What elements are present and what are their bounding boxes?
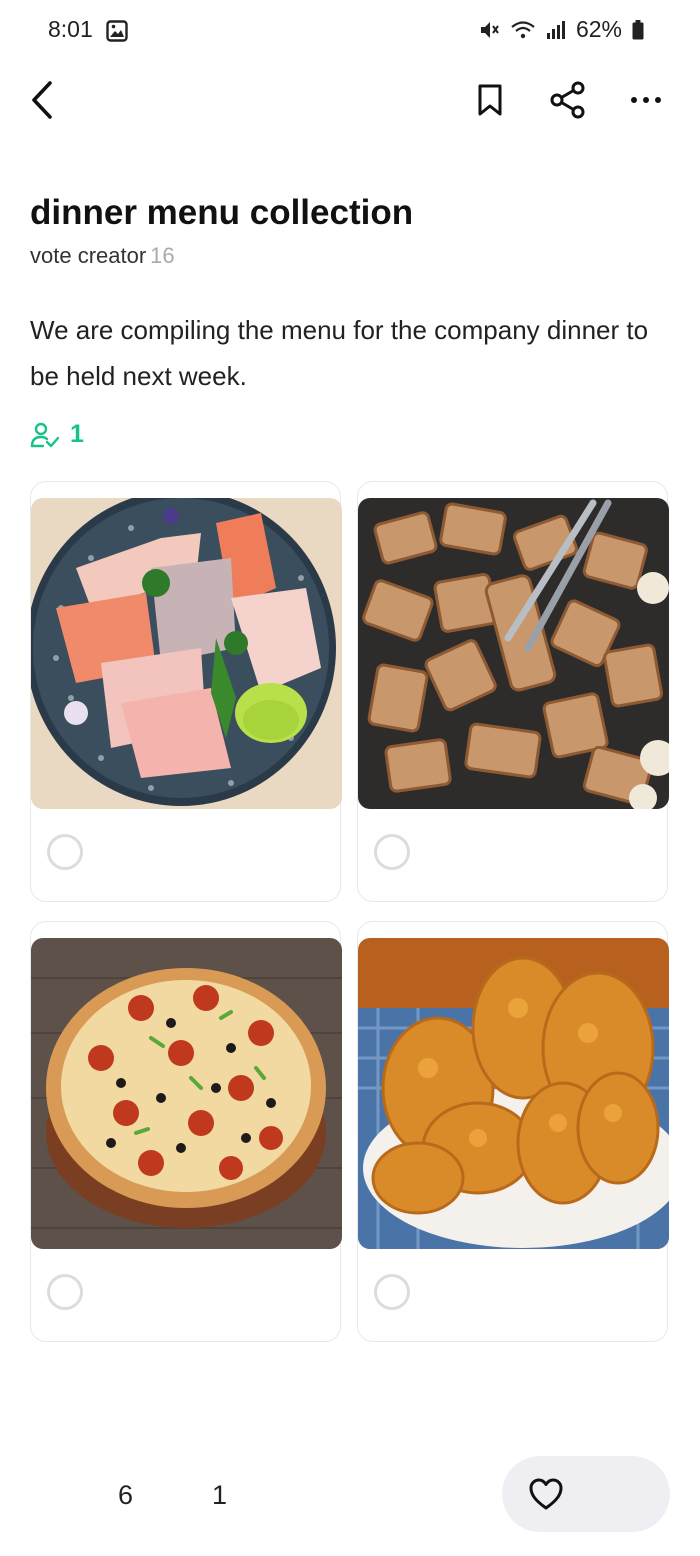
vote-title: dinner menu collection [30,193,414,232]
comments-count[interactable]: 1 [212,1480,227,1511]
fried-chicken-photo [358,938,669,1249]
top-app-bar [0,64,700,138]
signal-icon [546,20,565,39]
more-icon [631,97,661,103]
vote-option-card[interactable] [357,921,669,1342]
status-indicators: 62% [478,16,644,43]
vote-option-card[interactable] [30,921,342,1342]
battery-percent: 62% [575,16,622,42]
wifi-icon [511,20,535,38]
bookmark-icon [478,84,502,116]
option-radio[interactable] [374,1274,410,1310]
share-icon [550,81,585,119]
heart-icon [529,1478,563,1510]
back-button[interactable] [20,78,64,122]
image-icon [106,20,128,42]
bottom-action-bar: 6 1 [0,1440,700,1556]
option-radio[interactable] [374,834,410,870]
share-button[interactable] [546,78,590,122]
mute-icon [480,21,499,38]
status-time: 8:01 [48,16,93,42]
back-arrow-icon [32,81,52,119]
pizza-photo [31,938,342,1249]
views-count: 6 [118,1480,134,1510]
creator-label: vote creator [30,243,147,268]
vote-option-card[interactable] [30,481,342,902]
creator-count: 16 [150,243,175,268]
vote-creator: vote creator 16 [30,243,175,269]
option-radio[interactable] [47,1274,83,1310]
vote-description: We are compiling the menu for the compan… [30,315,649,391]
sashimi-platter-photo [31,498,342,809]
voter-count: 1 [70,420,84,448]
grilled-pork-belly-photo [358,498,669,809]
vote-option-card[interactable] [357,481,669,902]
voter-check-icon [30,422,60,447]
bookmark-button[interactable] [468,78,512,122]
like-button[interactable] [502,1456,670,1532]
option-radio[interactable] [47,834,83,870]
battery-icon [632,19,644,39]
status-bar: 8:01 62% [0,0,700,64]
more-options-button[interactable] [624,78,668,122]
voter-count-button[interactable]: 1 [30,420,84,449]
